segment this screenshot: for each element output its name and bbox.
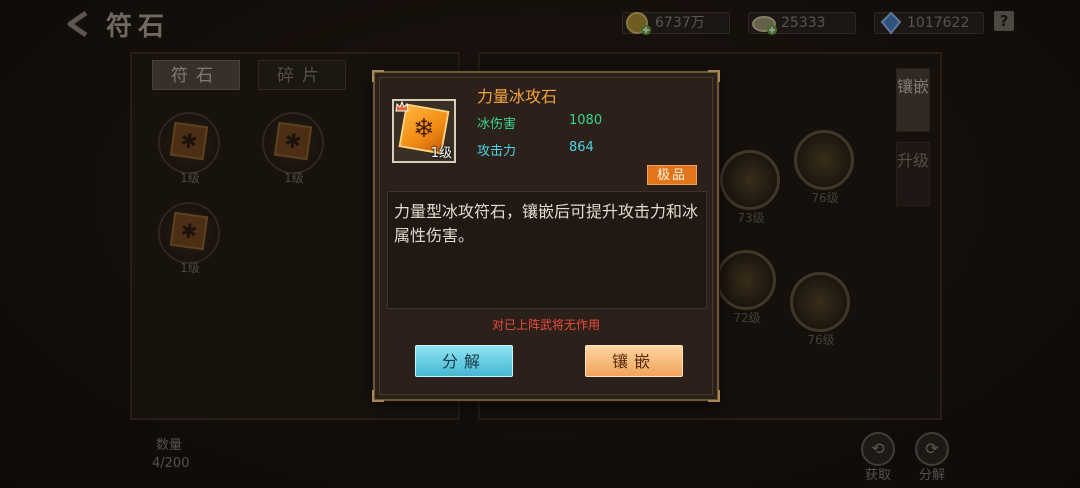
- item-description: 力量型冰攻符石，镶嵌后可提升攻击力和冰属性伤害。: [387, 191, 707, 309]
- frame-corner: [372, 390, 384, 402]
- stat-name-attack: 攻击力: [477, 144, 517, 159]
- item-name: 力量冰攻石: [477, 87, 558, 106]
- inlay-button[interactable]: 镶嵌: [585, 345, 683, 377]
- crown-icon: [395, 101, 409, 112]
- stat-value-ice-damage: 1080: [569, 113, 603, 128]
- rune-detail-dialog: ❄ 1级 力量冰攻石 冰伤害 1080 攻击力 864 极品 力量型冰攻符石，镶…: [372, 70, 720, 402]
- frame-corner: [708, 390, 720, 402]
- warning-text: 对已上阵武将无作用: [491, 318, 600, 332]
- decompose-button[interactable]: 分解: [415, 345, 513, 377]
- stat-value-attack: 864: [569, 140, 594, 155]
- item-level: 1级: [430, 146, 452, 161]
- quality-badge: 极品: [647, 165, 697, 185]
- frame-corner: [708, 70, 720, 82]
- stat-name-ice-damage: 冰伤害: [477, 117, 517, 132]
- frame-corner: [372, 70, 384, 82]
